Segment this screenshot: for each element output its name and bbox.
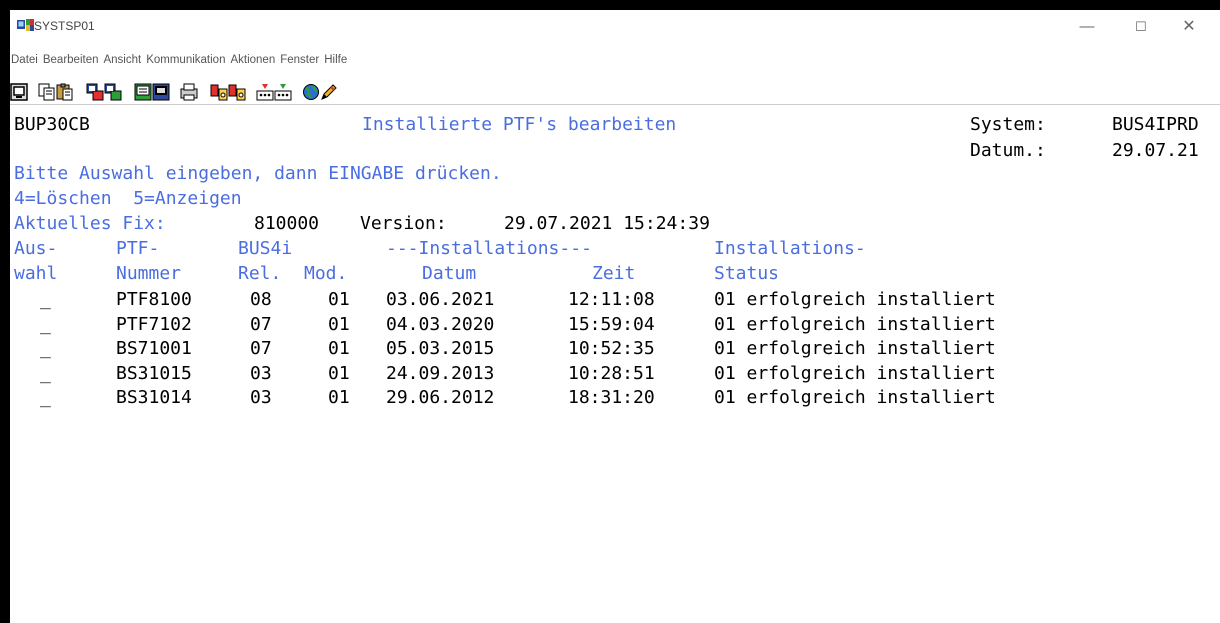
selection-field[interactable]: _ (40, 363, 51, 385)
col-header-status-1: Installations- (714, 238, 866, 259)
install-time: 10:52:35 (568, 338, 655, 359)
install-status: 01 erfolgreich installiert (714, 362, 996, 384)
col-header-bus4i-1: BUS4i (238, 238, 293, 259)
release: 03 (250, 387, 272, 408)
col-header-zeit: Zeit (592, 263, 636, 284)
install-date: 05.03.2015 (386, 338, 495, 359)
menu-aktionen[interactable]: Aktionen (228, 54, 277, 66)
modification: 01 (328, 313, 350, 335)
col-header-datum: Datum (422, 263, 477, 284)
keypad-icon[interactable] (256, 83, 274, 101)
release: 07 (250, 338, 272, 359)
menu-bar: Datei Bearbeiten Ansicht Kommunikation Aktio… (10, 54, 350, 72)
release: 03 (250, 362, 272, 384)
col-header-ptf-2: Nummer (116, 263, 182, 284)
send-icon[interactable] (86, 83, 104, 101)
transfer-receive-icon[interactable] (228, 83, 246, 101)
col-header-rel: Rel. (238, 263, 282, 284)
minimize-button[interactable]: — (1064, 12, 1110, 42)
version-value: 29.07.2021 15:24:39 (504, 213, 710, 234)
menu-ansicht[interactable]: Ansicht (101, 54, 143, 66)
maximize-button[interactable]: ☐ (1118, 12, 1164, 42)
menu-fenster[interactable]: Fenster (278, 54, 321, 66)
instruction-text: Bitte Auswahl eingeben, dann EINGABE drü… (14, 163, 502, 184)
install-date: 03.06.2021 (386, 289, 495, 310)
install-time: 10:28:51 (568, 362, 655, 384)
install-time: 15:59:04 (568, 313, 655, 335)
selection-field[interactable]: _ (40, 387, 51, 409)
col-header-auswahl-2: wahl (14, 263, 58, 284)
modification: 01 (328, 338, 350, 359)
release: 07 (250, 313, 272, 335)
col-header-ptf-1: PTF- (116, 238, 160, 259)
col-header-mod: Mod. (304, 263, 348, 284)
keymap-icon[interactable] (274, 83, 292, 101)
menu-bearbeiten[interactable]: Bearbeiten (41, 54, 101, 66)
toolbar (10, 83, 1220, 103)
modification: 01 (328, 289, 350, 310)
macro-record-icon[interactable] (134, 83, 152, 101)
selection-field[interactable]: _ (40, 289, 51, 311)
macro-play-icon[interactable] (152, 83, 170, 101)
menu-datei[interactable]: Datei (10, 54, 40, 66)
date-value: 29.07.21 (1112, 140, 1199, 161)
ptf-number: BS31015 (116, 362, 192, 384)
install-status: 01 erfolgreich installiert (714, 338, 996, 359)
print-screen-icon[interactable] (180, 83, 198, 101)
col-header-auswahl-1: Aus- (14, 238, 58, 259)
col-header-status-2: Status (714, 263, 780, 284)
terminal-screen: BUP30CB Installierte PTF's bearbeiten Sy… (10, 106, 1220, 623)
ptf-number: BS71001 (116, 338, 192, 359)
close-button[interactable]: ✕ (1166, 12, 1212, 42)
modification: 01 (328, 362, 350, 384)
copy-icon[interactable] (38, 83, 56, 101)
install-status: 01 erfolgreich installiert (714, 313, 996, 335)
paste-icon[interactable] (56, 83, 74, 101)
install-date: 24.09.2013 (386, 362, 495, 384)
modification: 01 (328, 387, 350, 408)
globe-icon[interactable] (302, 83, 320, 101)
menu-hilfe[interactable]: Hilfe (322, 54, 349, 66)
pencil-icon[interactable] (320, 83, 338, 101)
version-label: Version: (360, 213, 447, 234)
emulator-window: SYSTSP01 — ☐ ✕ Datei Bearbeiten Ansicht Kom… (10, 10, 1220, 623)
receive-icon[interactable] (104, 83, 122, 101)
toolbar-divider (10, 104, 1220, 105)
install-time: 12:11:08 (568, 289, 655, 310)
release: 08 (250, 289, 272, 310)
fix-value: 810000 (254, 213, 320, 234)
program-name: BUP30CB (14, 114, 90, 135)
fix-label: Aktuelles Fix: (14, 213, 166, 234)
ptf-number: PTF8100 (116, 289, 192, 310)
install-date: 04.03.2020 (386, 313, 495, 335)
ptf-number: PTF7102 (116, 313, 192, 335)
install-time: 18:31:20 (568, 387, 655, 408)
date-label: Datum.: (970, 140, 1046, 161)
selection-field[interactable]: _ (40, 314, 51, 336)
menu-kommunikation[interactable]: Kommunikation (144, 54, 227, 66)
title-bar: SYSTSP01 — ☐ ✕ (10, 10, 1220, 42)
window-title: SYSTSP01 (34, 19, 95, 33)
option-legend: 4=Löschen 5=Anzeigen (14, 188, 242, 209)
col-header-installations: ---Installations--- (386, 238, 592, 259)
selection-field[interactable]: _ (40, 338, 51, 360)
install-date: 29.06.2012 (386, 387, 495, 408)
system-value: BUS4IPRD (1112, 114, 1199, 135)
install-status: 01 erfolgreich installiert (714, 289, 996, 310)
install-status: 01 erfolgreich installiert (714, 387, 996, 408)
screen-heading: Installierte PTF's bearbeiten (362, 114, 677, 135)
display-screen-icon[interactable] (10, 83, 28, 101)
terminal-app-icon (17, 19, 34, 31)
transfer-send-icon[interactable] (210, 83, 228, 101)
ptf-number: BS31014 (116, 387, 192, 408)
system-label: System: (970, 114, 1046, 135)
